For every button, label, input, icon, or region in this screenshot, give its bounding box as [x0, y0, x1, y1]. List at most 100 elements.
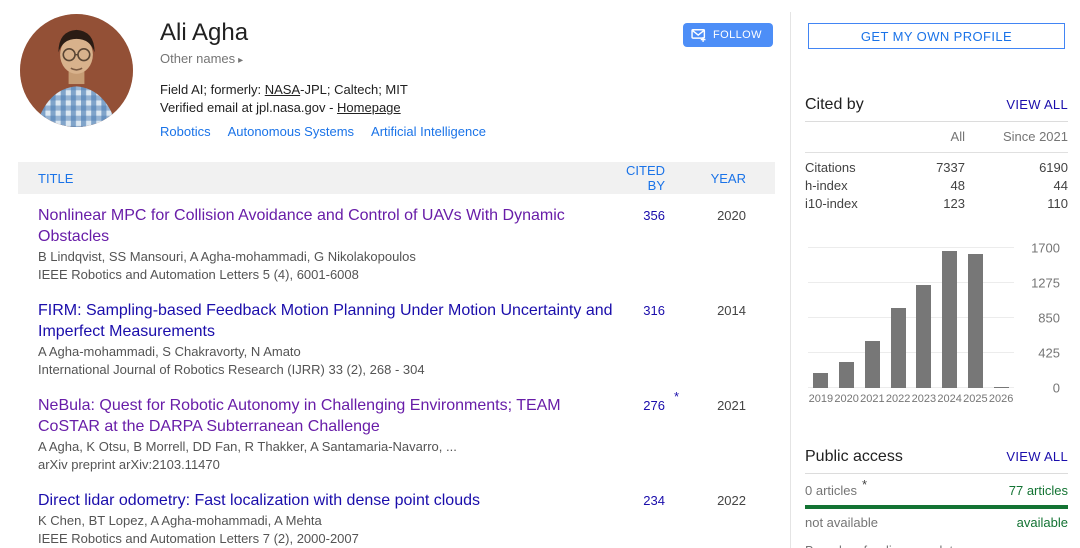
- affiliation-text: Field AI; formerly:: [160, 82, 265, 97]
- public-access-footnote: Based on funding mandates: [805, 543, 967, 548]
- stats-all-value: 48: [893, 177, 965, 195]
- stats-row-h-index: h-index4844: [805, 177, 1068, 195]
- verified-email: Verified email at jpl.nasa.gov - Homepag…: [160, 99, 660, 117]
- publication-title-link[interactable]: Direct lidar odometry: Fast localization…: [38, 492, 480, 509]
- chart-bar-2026[interactable]: [994, 387, 1009, 389]
- public-access-counts: 0 articles* 77 articles: [805, 483, 1068, 498]
- chart-x-tick-label: 2023: [911, 393, 937, 405]
- public-access-title[interactable]: Public access: [805, 448, 903, 466]
- chart-y-axis: 042585012751700: [1014, 248, 1060, 388]
- chart-bar-2021[interactable]: [865, 341, 880, 388]
- stats-col-all: All: [893, 128, 965, 146]
- publication-row: Direct lidar odometry: Fast localization…: [18, 479, 775, 548]
- cited-by-cell: 234: [613, 490, 665, 508]
- chart-bar-2025[interactable]: [968, 254, 983, 388]
- publication-authors: B Lindqvist, SS Mansouri, A Agha-mohamma…: [38, 248, 613, 265]
- get-my-own-profile-button[interactable]: GET MY OWN PROFILE: [808, 23, 1065, 49]
- other-names-label: Other names: [160, 51, 235, 66]
- affiliation-link[interactable]: NASA: [265, 82, 300, 97]
- cited-by-title[interactable]: Cited by: [805, 96, 864, 114]
- publication-info: Nonlinear MPC for Collision Avoidance an…: [38, 205, 613, 283]
- publication-authors: A Agha-mohammadi, S Chakravorty, N Amato: [38, 343, 613, 360]
- merged-articles-asterisk: *: [674, 389, 679, 404]
- interest-link-artificial-intelligence[interactable]: Artificial Intelligence: [371, 124, 486, 139]
- citation-stats-header: All Since 2021: [805, 128, 1068, 153]
- interest-link-robotics[interactable]: Robotics: [160, 124, 211, 139]
- publication-info: Direct lidar odometry: Fast localization…: [38, 490, 613, 547]
- chart-y-tick-label: 1700: [1031, 241, 1060, 256]
- publication-row: FIRM: Sampling-based Feedback Motion Pla…: [18, 289, 775, 384]
- follow-button[interactable]: FOLLOW: [683, 23, 773, 47]
- citations-chart: 042585012751700 201920202021202220232024…: [808, 248, 1060, 408]
- envelope-plus-icon: [691, 28, 707, 43]
- chart-x-tick-label: 2021: [860, 393, 886, 405]
- chart-bar-2022[interactable]: [891, 308, 906, 388]
- sort-by-title[interactable]: TITLE: [38, 171, 613, 186]
- stats-all-value: 7337: [893, 159, 965, 177]
- stats-col-since: Since 2021: [965, 128, 1068, 146]
- chart-y-tick-label: 0: [1053, 381, 1060, 396]
- cited-by-count-link[interactable]: 316: [643, 303, 665, 318]
- cited-by-header: Cited by VIEW ALL: [805, 96, 1068, 114]
- asterisk-icon: *: [862, 477, 867, 492]
- interest-links: Robotics Autonomous Systems Artificial Int…: [160, 124, 660, 139]
- chart-x-tick-label: 2019: [808, 393, 834, 405]
- publication-row: NeBula: Quest for Robotic Autonomy in Ch…: [18, 384, 775, 479]
- publications-list: Nonlinear MPC for Collision Avoidance an…: [18, 194, 775, 548]
- chart-bar-2024[interactable]: [942, 251, 957, 388]
- citation-stats-table: All Since 2021 Citations73376190h-index4…: [805, 128, 1068, 213]
- publications-table-header: TITLE CITED BY YEAR: [18, 162, 775, 194]
- sort-by-year[interactable]: YEAR: [665, 171, 746, 186]
- other-names-toggle[interactable]: Other names▸: [160, 51, 660, 66]
- stats-since-value: 6190: [965, 159, 1068, 177]
- public-access-view-all-link[interactable]: VIEW ALL: [1006, 449, 1068, 464]
- available-count-link[interactable]: 77 articles: [1009, 483, 1068, 498]
- publication-venue: IEEE Robotics and Automation Letters 7 (…: [38, 530, 613, 547]
- stats-since-value: 110: [965, 195, 1068, 213]
- stats-all-value: 123: [893, 195, 965, 213]
- stats-label: Citations: [805, 159, 893, 177]
- cited-by-count-link[interactable]: 234: [643, 493, 665, 508]
- publication-authors: A Agha, K Otsu, B Morrell, DD Fan, R Tha…: [38, 438, 613, 455]
- cited-by-cell: 276*: [613, 395, 665, 413]
- publication-info: NeBula: Quest for Robotic Autonomy in Ch…: [38, 395, 613, 473]
- avatar[interactable]: [20, 14, 133, 127]
- sort-by-citations[interactable]: CITED BY: [613, 163, 665, 193]
- chart-plot-area: [808, 248, 1014, 388]
- page-title: Ali Agha: [160, 18, 660, 48]
- homepage-link[interactable]: Homepage: [337, 100, 401, 115]
- cited-by-cell: 356: [613, 205, 665, 223]
- publication-title-link[interactable]: Nonlinear MPC for Collision Avoidance an…: [38, 207, 565, 245]
- chart-y-tick-label: 1275: [1031, 276, 1060, 291]
- chart-y-tick-label: 850: [1038, 311, 1060, 326]
- stats-row-i10-index: i10-index123110: [805, 195, 1068, 213]
- cited-by-view-all-link[interactable]: VIEW ALL: [1006, 97, 1068, 112]
- publication-venue: arXiv preprint arXiv:2103.11470: [38, 456, 613, 473]
- publication-venue: International Journal of Robotics Resear…: [38, 361, 613, 378]
- chart-bar-2019[interactable]: [813, 373, 828, 388]
- public-access-header: Public access VIEW ALL: [805, 448, 1068, 466]
- publication-title-link[interactable]: NeBula: Quest for Robotic Autonomy in Ch…: [38, 397, 561, 435]
- stats-since-value: 44: [965, 177, 1068, 195]
- year-cell: 2022: [665, 490, 746, 508]
- cited-by-count-link[interactable]: 276: [643, 398, 665, 413]
- verified-email-text: Verified email at jpl.nasa.gov -: [160, 100, 337, 115]
- year-cell: 2020: [665, 205, 746, 223]
- cited-by-cell: 316: [613, 300, 665, 318]
- divider: [805, 121, 1068, 122]
- public-access-progress-bar[interactable]: [805, 505, 1068, 509]
- affiliation-text-post: -JPL; Caltech; MIT: [300, 82, 408, 97]
- cited-by-count-link[interactable]: 356: [643, 208, 665, 223]
- profile-photo: [20, 14, 133, 127]
- not-available-label: not available: [805, 515, 878, 530]
- stats-label: i10-index: [805, 195, 893, 213]
- chart-x-tick-label: 2020: [834, 393, 860, 405]
- scholar-profile-page: Ali Agha Other names▸ Field AI; formerly…: [0, 0, 1080, 548]
- chart-x-tick-label: 2026: [988, 393, 1014, 405]
- publication-title-link[interactable]: FIRM: Sampling-based Feedback Motion Pla…: [38, 302, 613, 340]
- chart-bar-2020[interactable]: [839, 362, 854, 388]
- not-available-count: 0 articles*: [805, 483, 857, 498]
- interest-link-autonomous-systems[interactable]: Autonomous Systems: [228, 124, 354, 139]
- stats-empty-cell: [805, 128, 893, 146]
- chart-bar-2023[interactable]: [916, 285, 931, 388]
